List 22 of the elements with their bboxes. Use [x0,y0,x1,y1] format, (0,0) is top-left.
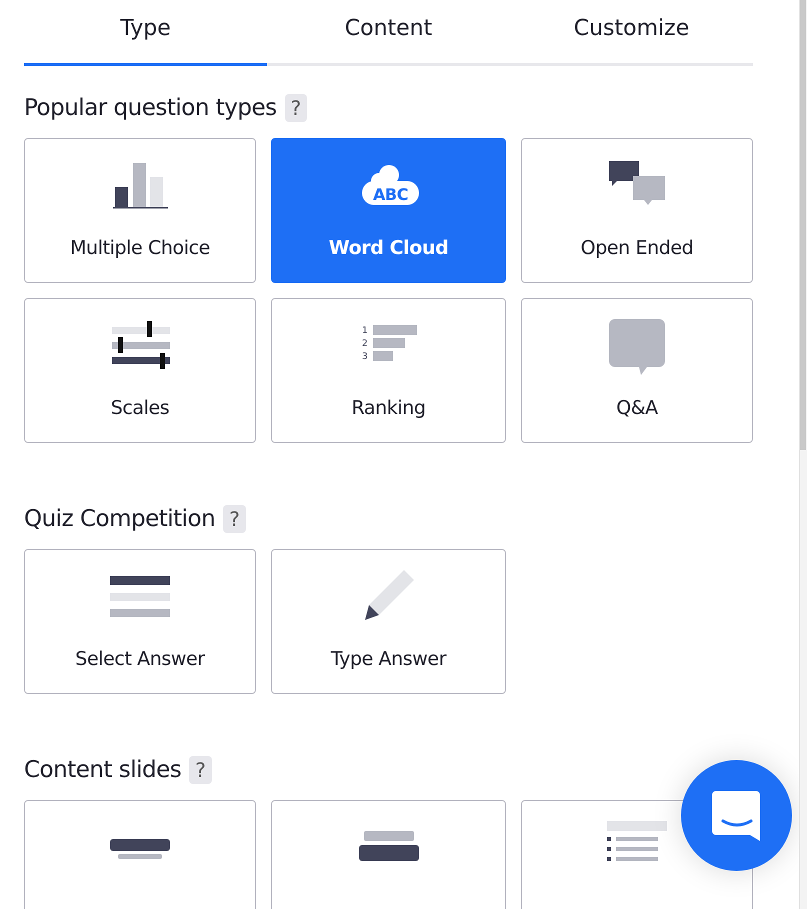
question-type-card[interactable]: Type Answer [271,549,506,694]
speech-bubble-icon [607,317,667,377]
question-type-card[interactable] [24,800,256,909]
question-type-card[interactable]: 1 2 3 Ranking [271,298,506,443]
chat-icon [712,790,762,840]
question-type-card[interactable]: Scales [24,298,256,443]
tab[interactable]: Customize [510,0,753,66]
help-button[interactable]: ? [223,505,246,533]
section-title: Content slides [24,757,182,783]
section-title: Popular question types [24,95,277,121]
tab[interactable]: Content [267,0,510,66]
scrollbar[interactable] [799,0,807,909]
question-type-card[interactable] [271,800,506,909]
question-type-card[interactable]: Select Answer [24,549,256,694]
help-button[interactable]: ? [284,94,308,122]
help-button[interactable]: ? [189,756,212,784]
tab[interactable]: Type [24,0,267,66]
section-title: Quiz Competition [24,506,216,532]
question-type-card[interactable]: Open Ended [521,138,753,283]
question-type-card[interactable]: Q&A [521,298,753,443]
question-type-card[interactable]: Multiple Choice [24,138,256,283]
question-type-card[interactable]: ABC Word Cloud [271,138,506,283]
